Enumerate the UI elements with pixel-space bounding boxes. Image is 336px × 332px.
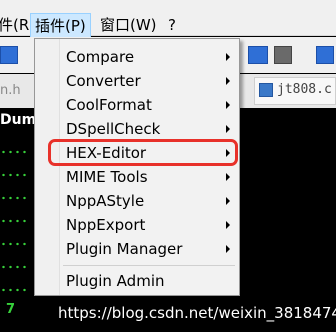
menu-item-label: Plugin Admin xyxy=(66,272,165,290)
submenu-arrow-icon xyxy=(226,173,230,181)
annotation-highlight xyxy=(48,139,238,166)
menu-item-nppastyle[interactable]: NppAStyle xyxy=(35,189,239,213)
submenu-arrow-icon xyxy=(226,125,230,133)
menu-item-label: CoolFormat xyxy=(66,96,152,114)
menu-window[interactable]: 窗口(W) xyxy=(100,12,157,38)
menu-item-label: Compare xyxy=(66,48,135,66)
menu-item-plugin-admin[interactable]: Plugin Admin xyxy=(35,269,239,293)
menu-item-label: Plugin Manager xyxy=(66,240,183,258)
menu-item-coolformat[interactable]: CoolFormat xyxy=(35,93,239,117)
menu-item-label: DSpellCheck xyxy=(66,120,161,138)
menu-item-label: MIME Tools xyxy=(66,168,148,186)
editor-text: Dum xyxy=(0,112,37,128)
fold-marker xyxy=(0,196,26,200)
line-number: 7 xyxy=(6,302,16,317)
menu-help[interactable]: ? xyxy=(168,12,176,38)
menu-item-label: NppExport xyxy=(66,216,146,234)
watermark-text: https://blog.csdn.net/weixin_38184741 xyxy=(58,304,336,322)
submenu-arrow-icon xyxy=(226,197,230,205)
submenu-arrow-icon xyxy=(226,77,230,85)
submenu-arrow-icon xyxy=(226,245,230,253)
menu-item-converter[interactable]: Converter xyxy=(35,69,239,93)
submenu-arrow-icon xyxy=(226,53,230,61)
submenu-arrow-icon xyxy=(226,221,230,229)
menu-item-mime-tools[interactable]: MIME Tools xyxy=(35,165,239,189)
toolbar-tool-icon[interactable] xyxy=(274,46,292,64)
tab-jt808-label: jt808.c xyxy=(277,82,332,97)
menu-plugins[interactable]: 插件(P) xyxy=(30,13,91,38)
menu-item-nppexport[interactable]: NppExport xyxy=(35,213,239,237)
menu-item-compare[interactable]: Compare xyxy=(35,45,239,69)
fold-marker xyxy=(0,173,26,177)
run-macro-icon[interactable] xyxy=(248,46,268,64)
toolbar-button-icon[interactable] xyxy=(0,46,18,64)
fold-marker xyxy=(0,242,26,246)
fold-marker xyxy=(0,288,26,292)
menu-item-dspellcheck[interactable]: DSpellCheck xyxy=(35,117,239,141)
submenu-arrow-icon xyxy=(226,101,230,109)
toolbar-settings-icon[interactable] xyxy=(316,46,334,64)
fold-marker xyxy=(0,265,26,269)
tab-left-label[interactable]: n.h xyxy=(0,81,21,101)
fold-marker xyxy=(0,219,26,223)
menu-item-label: NppAStyle xyxy=(66,192,145,210)
menu-item-plugin-manager[interactable]: Plugin Manager xyxy=(35,237,239,261)
saved-file-icon xyxy=(259,83,273,97)
menu-separator xyxy=(63,265,235,266)
fold-marker xyxy=(0,150,26,154)
menu-item-label: Converter xyxy=(66,72,141,90)
